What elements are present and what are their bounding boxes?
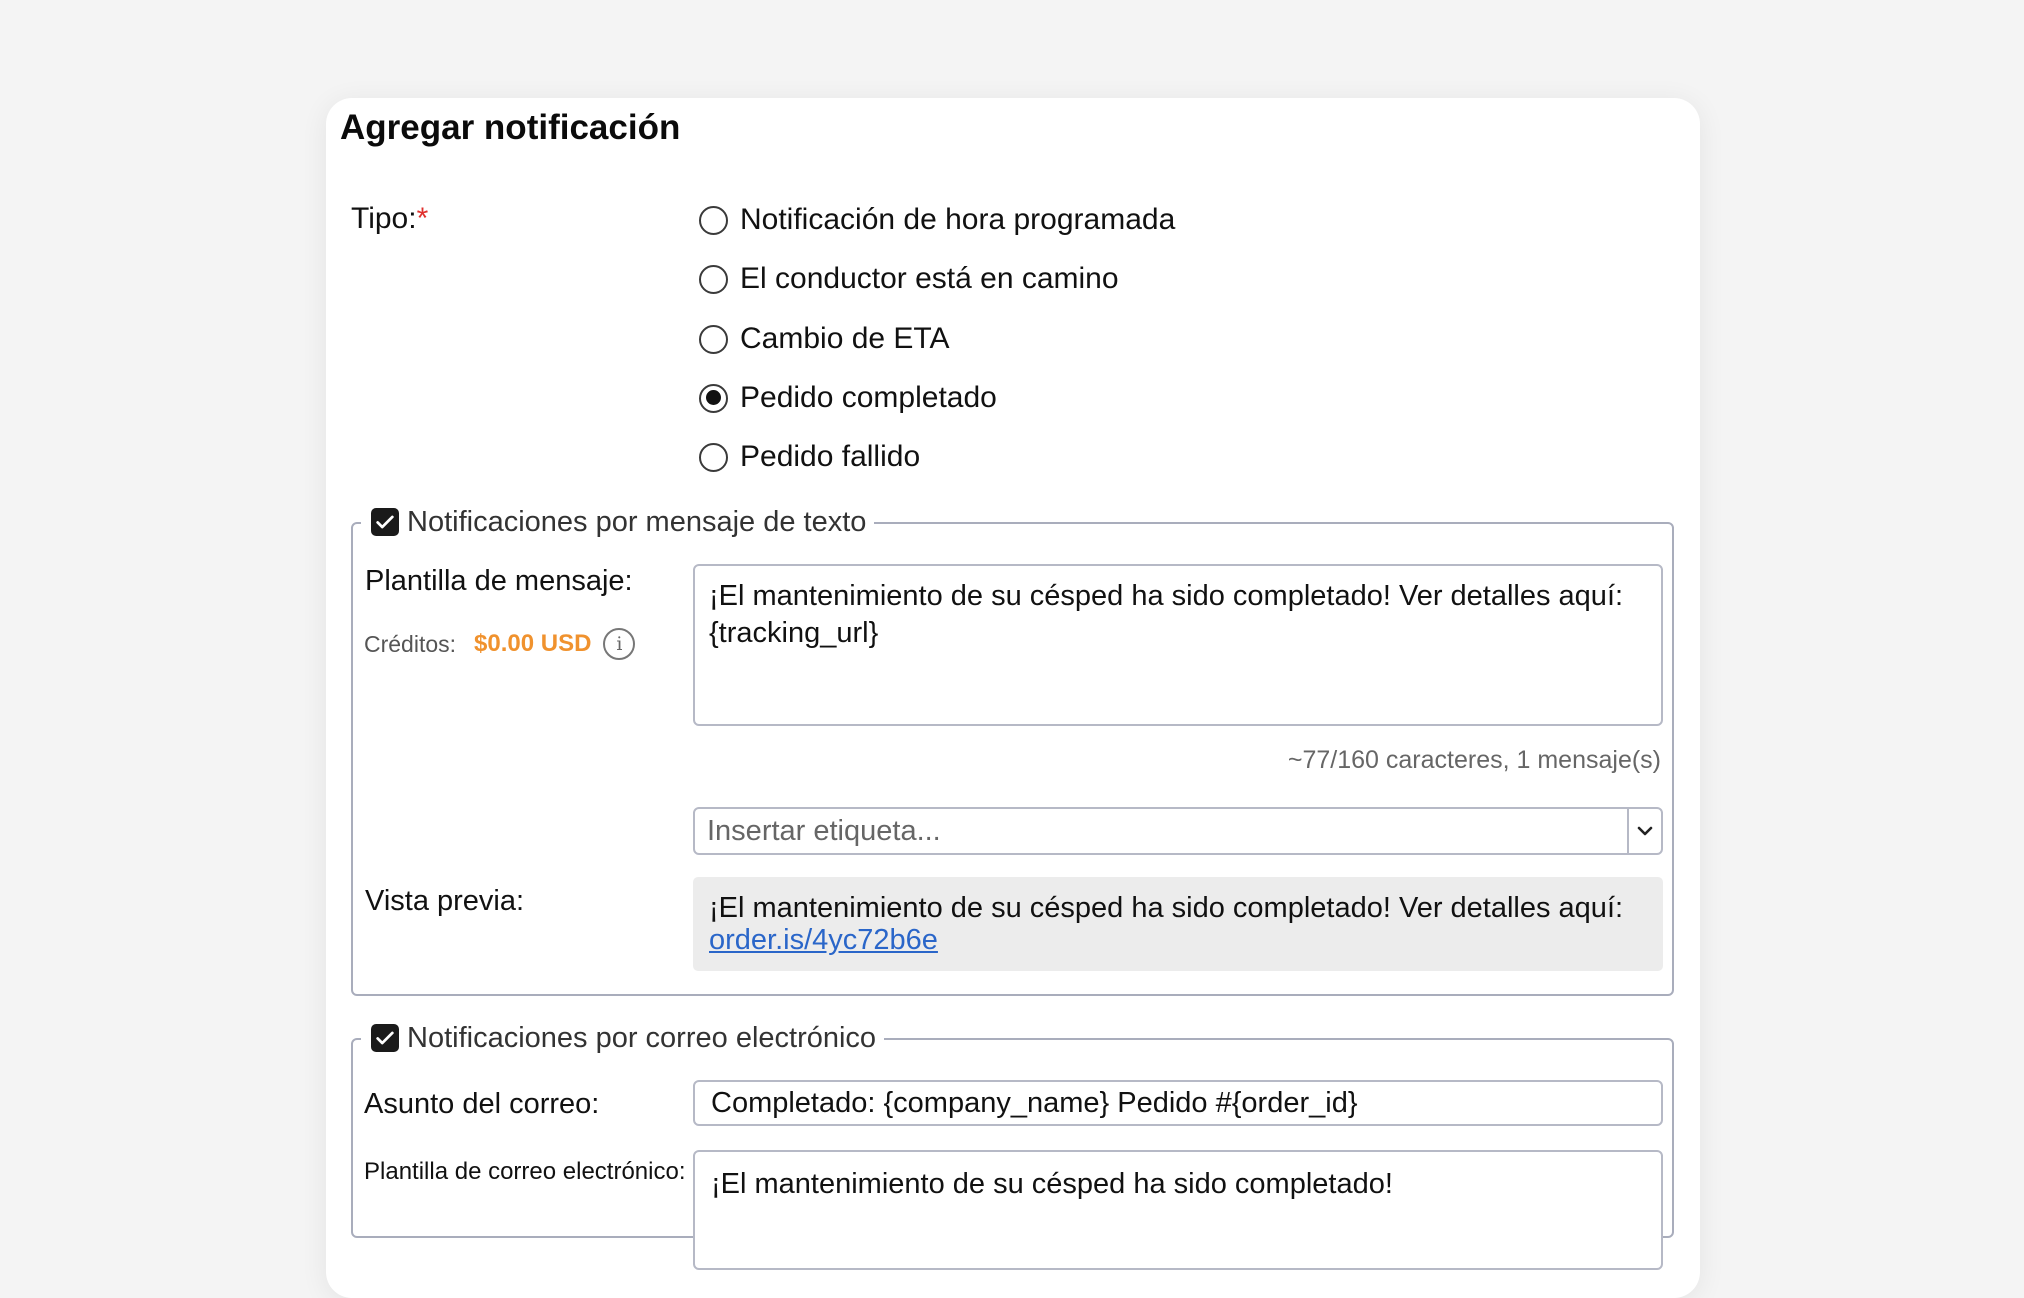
email-legend-label: Notificaciones por correo electrónico [407, 1021, 877, 1054]
tracking-link[interactable]: order.is/4yc72b6e [709, 924, 938, 956]
radio-option-driver-en-route[interactable]: El conductor está en camino [699, 259, 1119, 299]
radio-button[interactable] [699, 324, 728, 354]
radio-label: El conductor está en camino [740, 262, 1119, 295]
radio-label: Pedido fallido [740, 440, 921, 473]
radio-option-order-failed[interactable]: Pedido fallido [699, 437, 920, 477]
info-icon[interactable]: i [603, 628, 636, 660]
sms-preview: ¡El mantenimiento de su césped ha sido c… [693, 877, 1663, 971]
email-template-textarea[interactable]: ¡El mantenimiento de su césped ha sido c… [693, 1150, 1663, 1270]
radio-option-order-completed[interactable]: Pedido completado [699, 378, 997, 418]
preview-label: Vista previa: [365, 885, 525, 917]
sms-legend: Notificaciones por mensaje de texto [361, 502, 875, 542]
email-checkbox[interactable] [371, 1024, 399, 1052]
sms-template-label: Plantilla de mensaje: [365, 565, 633, 597]
email-template-label: Plantilla de correo electrónico: [364, 1158, 686, 1185]
email-legend: Notificaciones por correo electrónico [361, 1018, 885, 1058]
radio-label: Pedido completado [740, 381, 997, 414]
type-label: Tipo:* [351, 202, 429, 235]
radio-button[interactable] [699, 205, 728, 235]
dropdown-toggle[interactable] [1627, 809, 1661, 853]
email-subject-label: Asunto del correo: [364, 1088, 600, 1120]
char-count: ~77/160 caracteres, 1 mensaje(s) [1287, 746, 1661, 774]
email-subject-input[interactable]: Completado: {company_name} Pedido #{orde… [693, 1080, 1663, 1126]
chevron-down-icon [1637, 826, 1653, 836]
page-title: Agregar notificación [340, 108, 681, 147]
credits-label: Créditos: [364, 630, 457, 657]
radio-label: Notificación de hora programada [740, 203, 1176, 236]
sms-template-textarea[interactable]: ¡El mantenimiento de su césped ha sido c… [693, 564, 1663, 726]
required-mark: * [416, 202, 429, 235]
preview-text: ¡El mantenimiento de su césped ha sido c… [709, 892, 1624, 924]
checkmark-icon [376, 515, 394, 529]
radio-button-selected[interactable] [699, 383, 728, 413]
checkmark-icon [376, 1031, 394, 1045]
radio-option-eta-change[interactable]: Cambio de ETA [699, 319, 950, 359]
sms-checkbox[interactable] [371, 508, 399, 536]
credits-value: $0.00 USD [474, 630, 592, 657]
radio-button[interactable] [699, 442, 728, 472]
credits-row: Créditos: $0.00 USD i [364, 628, 636, 660]
radio-button[interactable] [699, 264, 728, 294]
radio-option-scheduled[interactable]: Notificación de hora programada [699, 200, 1175, 240]
sms-legend-label: Notificaciones por mensaje de texto [407, 505, 867, 538]
insert-tag-select[interactable]: Insertar etiqueta... [693, 807, 1663, 855]
insert-tag-placeholder: Insertar etiqueta... [707, 814, 941, 847]
radio-label: Cambio de ETA [740, 322, 950, 355]
